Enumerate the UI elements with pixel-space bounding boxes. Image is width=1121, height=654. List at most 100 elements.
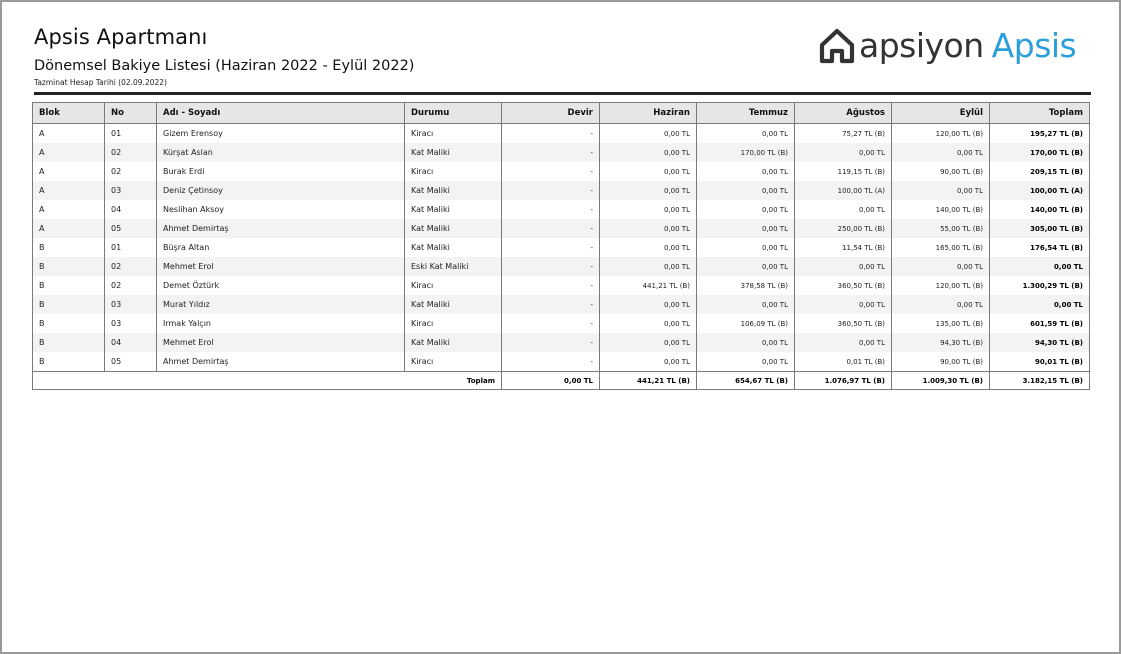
cell-eylul: 140,00 TL (B) [891,200,990,219]
cell-agustos: 0,00 TL [794,200,892,219]
cell-haziran: 0,00 TL [599,238,697,257]
cell-name: Murat Yıldız [156,295,405,314]
cell-blok: B [32,352,105,372]
cell-eylul: 55,00 TL (B) [891,219,990,238]
cell-name: Deniz Çetinsoy [156,181,405,200]
cell-temmuz: 0,00 TL [696,352,795,372]
table-row: A 01 Gizem Erensoy Kiracı -0,00 TL 0,00 TL 75,… [32,123,1090,143]
total-eylul: 1.009,30 TL (B) [891,371,990,390]
cell-blok: A [32,200,105,219]
cell-agustos: 360,50 TL (B) [794,314,892,333]
col-header-eylul: Eylül [891,102,990,124]
cell-haziran: 0,00 TL [599,200,697,219]
table-total-row: Toplam 0,00 TL 441,21 TL (B) 654,67 TL (… [32,371,1090,390]
cell-name: Mehmet Erol [156,333,405,352]
table-row: B 04 Mehmet Erol Kat Maliki -0,00 TL 0,00 TL 0… [32,333,1090,352]
cell-temmuz: 378,58 TL (B) [696,276,795,295]
cell-temmuz: 0,00 TL [696,162,795,181]
table-row: B 05 Ahmet Demirtaş Kiracı -0,00 TL 0,00 TL 0,… [32,352,1090,372]
cell-devir: - [501,238,600,257]
cell-haziran: 0,00 TL [599,162,697,181]
table-body: A 01 Gizem Erensoy Kiracı -0,00 TL 0,00 TL 75,… [32,123,1090,372]
cell-haziran: 0,00 TL [599,314,697,333]
table-row: B 02 Demet Öztürk Kiracı -441,21 TL (B) 378,5… [32,276,1090,295]
table-row: B 02 Mehmet Erol Eski Kat Maliki -0,00 TL 0,0… [32,257,1090,276]
cell-eylul: 0,00 TL [891,257,990,276]
cell-devir: - [501,276,600,295]
header-divider [34,92,1091,95]
cell-devir: - [501,181,600,200]
cell-name: Ahmet Demirtaş [156,219,405,238]
col-header-name: Adı - Soyadı [156,102,405,124]
cell-temmuz: 0,00 TL [696,333,795,352]
cell-no: 01 [104,123,157,143]
cell-no: 01 [104,238,157,257]
cell-temmuz: 170,00 TL (B) [696,143,795,162]
logo-word-apsis: Apsis [991,25,1077,65]
cell-temmuz: 106,09 TL (B) [696,314,795,333]
cell-toplam: 170,00 TL (B) [989,143,1090,162]
cell-no: 03 [104,314,157,333]
col-header-haziran: Haziran [599,102,697,124]
cell-temmuz: 0,00 TL [696,295,795,314]
report-date-note: Tazminat Hesap Tarihi (02.09.2022) [34,78,167,87]
balance-table: Blok No Adı - Soyadı Durumu Devir Hazira… [32,102,1090,390]
table-row: A 02 Burak Erdi Kiracı -0,00 TL 0,00 TL 119,15… [32,162,1090,181]
cell-name: Kürşat Aslan [156,143,405,162]
cell-haziran: 0,00 TL [599,219,697,238]
cell-no: 02 [104,162,157,181]
total-haziran: 441,21 TL (B) [599,371,697,390]
cell-toplam: 209,15 TL (B) [989,162,1090,181]
logo-word-apsiyon: apsiyon [859,25,984,65]
cell-toplam: 94,30 TL (B) [989,333,1090,352]
report-subtitle: Dönemsel Bakiye Listesi (Haziran 2022 - … [34,58,415,74]
cell-temmuz: 0,00 TL [696,238,795,257]
cell-haziran: 0,00 TL [599,352,697,372]
cell-durumu: Kat Maliki [404,200,502,219]
cell-no: 04 [104,333,157,352]
cell-no: 03 [104,295,157,314]
table-row: A 03 Deniz Çetinsoy Kat Maliki -0,00 TL 0,00 … [32,181,1090,200]
cell-agustos: 100,00 TL (A) [794,181,892,200]
col-header-durumu: Durumu [404,102,502,124]
col-header-agustos: Ağustos [794,102,892,124]
apsiyon-logo: apsiyon Apsis [818,22,1077,68]
col-header-temmuz: Temmuz [696,102,795,124]
total-toplam: 3.182,15 TL (B) [989,371,1090,390]
cell-durumu: Kat Maliki [404,181,502,200]
cell-eylul: 120,00 TL (B) [891,276,990,295]
cell-devir: - [501,219,600,238]
cell-no: 05 [104,352,157,372]
table-header-row: Blok No Adı - Soyadı Durumu Devir Hazira… [32,102,1090,124]
cell-no: 05 [104,219,157,238]
cell-temmuz: 0,00 TL [696,257,795,276]
cell-durumu: Eski Kat Maliki [404,257,502,276]
cell-toplam: 0,00 TL [989,295,1090,314]
cell-agustos: 0,00 TL [794,333,892,352]
col-header-devir: Devir [501,102,600,124]
cell-toplam: 90,01 TL (B) [989,352,1090,372]
cell-devir: - [501,257,600,276]
cell-durumu: Kiracı [404,162,502,181]
cell-eylul: 0,00 TL [891,295,990,314]
cell-name: Neslihan Aksoy [156,200,405,219]
total-temmuz: 654,67 TL (B) [696,371,795,390]
cell-blok: A [32,219,105,238]
house-icon [819,28,855,64]
table-row: B 03 Irmak Yalçın Kiracı -0,00 TL 106,09 TL (… [32,314,1090,333]
cell-agustos: 360,50 TL (B) [794,276,892,295]
cell-no: 03 [104,181,157,200]
cell-blok: B [32,238,105,257]
table-row: A 02 Kürşat Aslan Kat Maliki -0,00 TL 170,00 … [32,143,1090,162]
table-row: A 04 Neslihan Aksoy Kat Maliki -0,00 TL 0,00 … [32,200,1090,219]
cell-haziran: 0,00 TL [599,333,697,352]
cell-durumu: Kat Maliki [404,143,502,162]
cell-devir: - [501,352,600,372]
cell-durumu: Kat Maliki [404,333,502,352]
cell-temmuz: 0,00 TL [696,123,795,143]
cell-temmuz: 0,00 TL [696,181,795,200]
cell-agustos: 0,01 TL (B) [794,352,892,372]
cell-devir: - [501,314,600,333]
table-row: B 01 Büşra Altan Kat Maliki -0,00 TL 0,00 TL 1… [32,238,1090,257]
cell-eylul: 90,00 TL (B) [891,352,990,372]
